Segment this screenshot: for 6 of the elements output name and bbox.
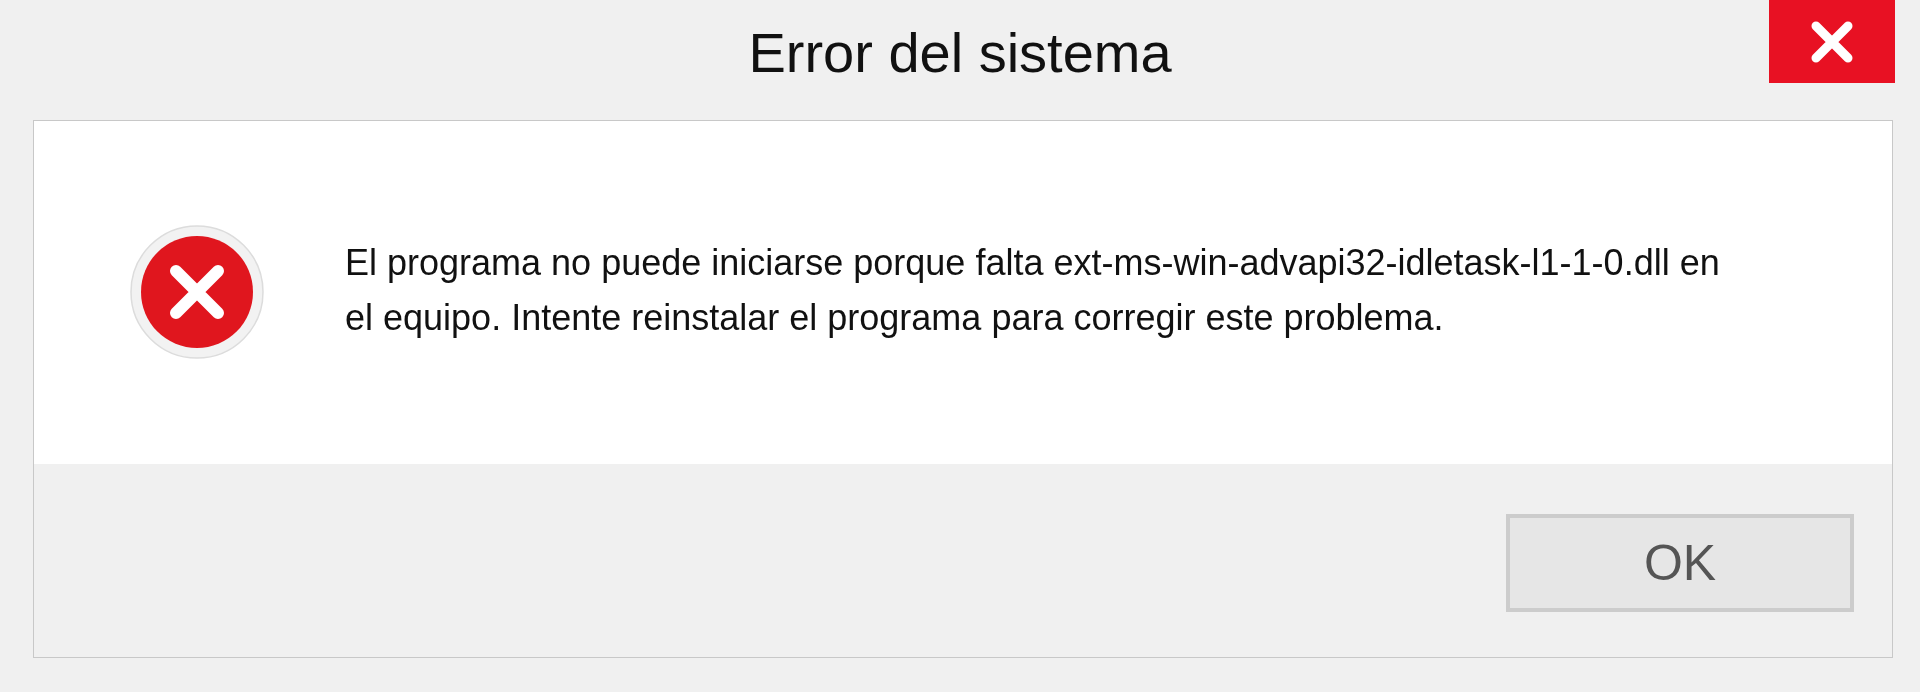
window-title: Error del sistema bbox=[748, 20, 1172, 86]
ok-button[interactable]: OK bbox=[1506, 514, 1854, 612]
close-icon bbox=[1810, 19, 1854, 64]
error-icon bbox=[130, 225, 264, 359]
error-message: El programa no puede iniciarse porque falta ext-ms-win-advapi32-idletask-l1-1-0.dll en el equipo. Intente reinstalar el programa para corregir este problema. bbox=[345, 241, 1721, 340]
close-button[interactable] bbox=[1769, 0, 1895, 83]
